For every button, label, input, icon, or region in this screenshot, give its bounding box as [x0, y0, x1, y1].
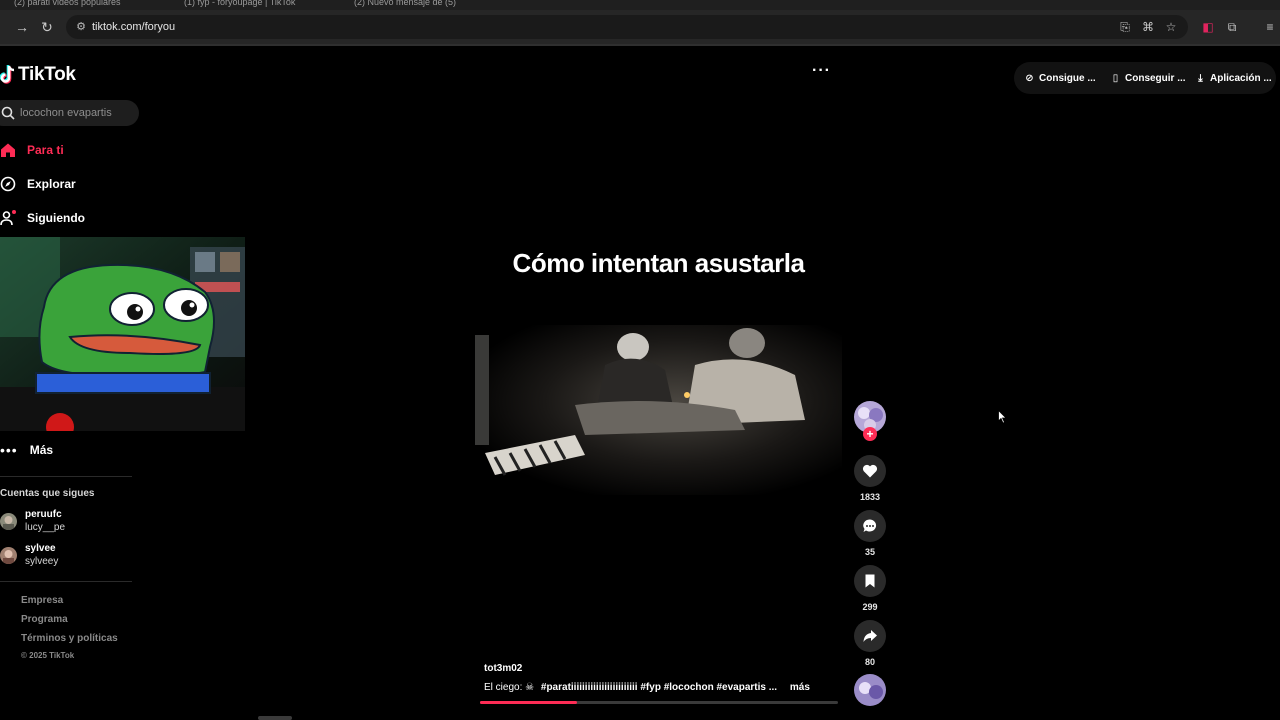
expand-description-button[interactable]: más — [790, 682, 810, 693]
more-options-icon[interactable]: ··· — [812, 62, 831, 80]
search-input[interactable] — [20, 105, 132, 121]
save-button[interactable] — [854, 565, 886, 597]
desktop-app-button[interactable]: ⤓ Aplicación ... — [1195, 71, 1272, 85]
url-text[interactable]: tiktok.com/foryou — [92, 21, 175, 33]
tiktok-logo[interactable]: TikTok — [0, 62, 76, 88]
tiktok-note-icon — [0, 64, 16, 86]
forward-icon[interactable]: → — [14, 19, 30, 35]
browser-tab-1[interactable]: (2) parati videos populares — [14, 0, 164, 10]
logo-text: TikTok — [18, 64, 76, 85]
nav-item-mas[interactable]: ••• Más — [0, 440, 53, 460]
follow-button[interactable]: + — [863, 427, 877, 441]
extensions-puzzle-icon[interactable]: ⧉ — [1224, 19, 1240, 35]
share-icon — [863, 630, 877, 642]
account-name: peruufc — [25, 509, 62, 520]
more-icon: ••• — [0, 442, 18, 458]
browser-tab-strip: (2) parati videos populares (1) fyp - fo… — [0, 0, 1280, 10]
nav-item-siguiendo[interactable]: Siguiendo — [0, 206, 85, 230]
account-name: sylvee — [25, 543, 56, 554]
toolbar-divider — [0, 44, 1280, 46]
horizontal-scrollbar[interactable] — [258, 716, 292, 720]
comment-count: 35 — [864, 547, 875, 557]
site-settings-icon[interactable]: ⚙ — [74, 20, 88, 34]
video-author[interactable]: tot3m02 — [484, 663, 522, 674]
download-icon: ⤓ — [1198, 72, 1203, 84]
like-button[interactable] — [854, 455, 886, 487]
heart-icon — [862, 464, 878, 478]
music-disc[interactable] — [854, 674, 886, 706]
nav-label-mas: Más — [29, 443, 54, 457]
live-stream-preview[interactable] — [0, 237, 245, 431]
nav-item-explorar[interactable]: Explorar — [0, 172, 76, 196]
account-handle: lucy__pe — [25, 522, 66, 533]
translate-icon[interactable]: ⌘ — [1140, 19, 1156, 35]
sidebar-divider — [0, 581, 132, 582]
footer-link-programa[interactable]: Programa — [21, 614, 68, 625]
nav-item-para-ti[interactable]: Para ti — [0, 138, 64, 162]
menu-icon[interactable]: ≡ — [1262, 19, 1278, 35]
video-frame — [475, 325, 842, 495]
coin-icon: ⊘ — [1025, 72, 1034, 84]
get-app-label: Conseguir ... — [1125, 72, 1186, 84]
search-icon[interactable] — [1, 106, 15, 120]
pepe-frog-image — [0, 237, 245, 431]
account-handle: sylveey — [25, 556, 59, 567]
header-actions: ⊘ Consigue ... ▯ Conseguir ... ⤓ Aplicac… — [1014, 62, 1276, 94]
video-caption-text: Cómo intentan asustarla — [512, 248, 805, 278]
footer-link-empresa[interactable]: Empresa — [21, 595, 63, 606]
nav-label-explorar: Explorar — [27, 177, 76, 191]
avatar — [0, 547, 17, 564]
sidebar-divider — [0, 476, 132, 477]
description-text: El ciego: ☠ — [484, 682, 535, 693]
footer-link-terminos[interactable]: Términos y políticas — [21, 633, 118, 644]
get-coins-button[interactable]: ⊘ Consigue ... — [1024, 71, 1096, 85]
desktop-app-label: Aplicación ... — [1210, 72, 1272, 84]
browser-toolbar: → ↻ ⚙ tiktok.com/foryou ⎘ ⌘ ☆ ◧ ⧉ ≡ — [0, 10, 1280, 44]
phone-icon: ▯ — [1112, 72, 1119, 84]
save-count: 299 — [862, 602, 878, 612]
search-box[interactable] — [0, 100, 139, 126]
video-progress-bar[interactable] — [480, 701, 838, 704]
bookmark-icon — [865, 574, 875, 588]
address-bar[interactable]: ⚙ tiktok.com/foryou — [66, 15, 1188, 39]
browser-tab-2[interactable]: (1) fyp - foryoupage | TikTok — [184, 0, 334, 10]
mouse-cursor-icon — [998, 410, 1007, 424]
hashtags[interactable]: #paratiiiiiiiiiiiiiiiiiiiiiiii #fyp #loc… — [541, 682, 777, 693]
nav-label-para-ti: Para ti — [27, 143, 64, 157]
video-description: El ciego: ☠ #paratiiiiiiiiiiiiiiiiiiiiii… — [484, 682, 810, 693]
compass-icon — [0, 176, 16, 192]
following-accounts-title: Cuentas que sigues — [0, 488, 95, 499]
get-coins-label: Consigue ... — [1039, 72, 1096, 84]
copyright: © 2025 TikTok — [21, 651, 75, 660]
share-button[interactable] — [854, 620, 886, 652]
like-count: 1833 — [859, 492, 881, 502]
reload-icon[interactable]: ↻ — [39, 19, 55, 35]
bookmark-star-icon[interactable]: ☆ — [1163, 19, 1179, 35]
share-count: 80 — [864, 657, 875, 667]
nav-label-siguiendo: Siguiendo — [27, 211, 85, 225]
browser-tab-3[interactable]: (2) Nuevo mensaje de (5) — [354, 0, 504, 10]
comment-icon — [863, 519, 877, 532]
comment-button[interactable] — [854, 510, 886, 542]
home-icon — [1, 143, 15, 157]
extension-icon[interactable]: ◧ — [1200, 19, 1216, 35]
avatar — [0, 513, 17, 530]
install-app-icon[interactable]: ⎘ — [1117, 19, 1133, 35]
video-progress-fill — [480, 701, 577, 704]
get-app-button[interactable]: ▯ Conseguir ... — [1110, 71, 1186, 85]
following-icon — [0, 210, 16, 226]
video-player[interactable]: Cómo intentan asustarla — [475, 220, 842, 702]
